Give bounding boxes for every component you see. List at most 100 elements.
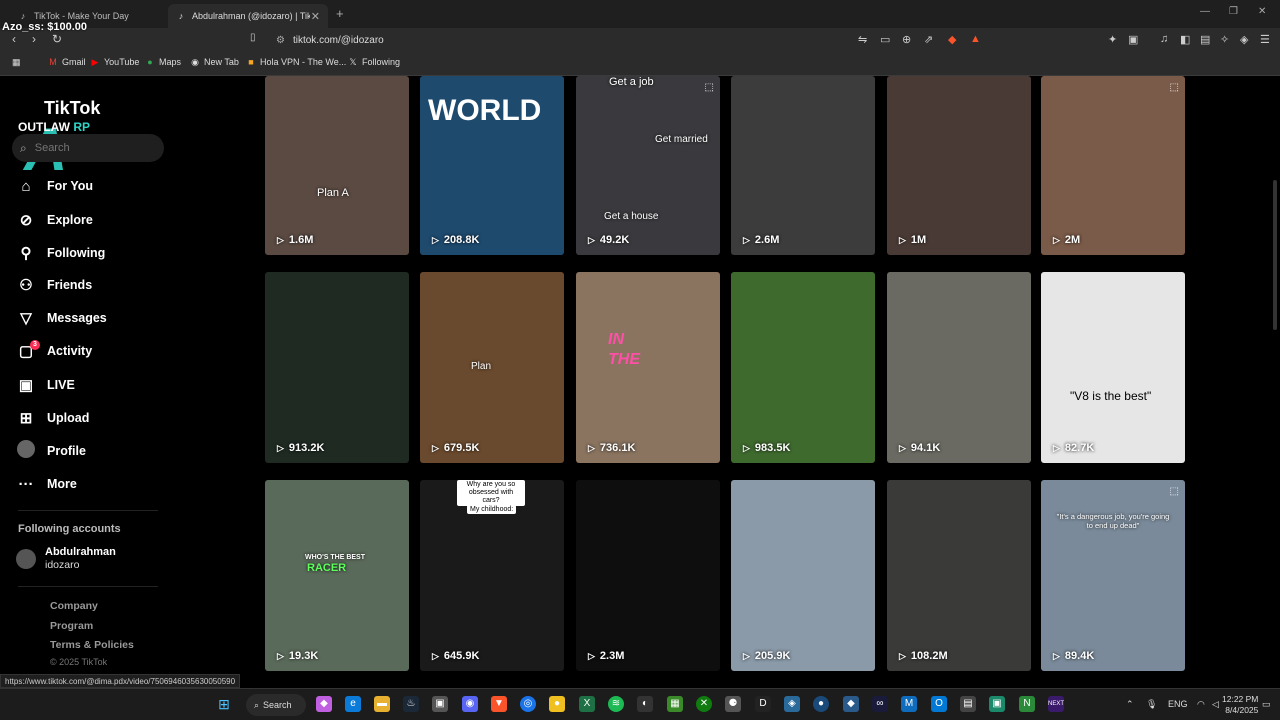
site-info-icon[interactable]: ⚙	[276, 35, 285, 46]
store-icon[interactable]: ▣	[432, 696, 448, 712]
video-tile[interactable]: ▷ 108.2M	[887, 480, 1031, 671]
footer-program[interactable]: Program	[50, 620, 93, 632]
menu-icon[interactable]: ☰	[1260, 33, 1270, 46]
windows-start-icon[interactable]: ⊞	[216, 696, 232, 712]
search-input[interactable]	[34, 142, 145, 154]
outlook-icon[interactable]: O	[931, 696, 947, 712]
tab-profile[interactable]: ♪ Abdulrahman (@idozaro) | TikTo ✕	[168, 4, 328, 28]
apps-icon[interactable]: ▦	[12, 57, 21, 68]
search-box[interactable]: ⌕	[12, 134, 164, 162]
xbox-icon[interactable]: ✕	[696, 696, 712, 712]
screenshot-icon[interactable]: ▣	[1128, 33, 1138, 46]
app-icon[interactable]: ●	[549, 696, 565, 712]
video-tile[interactable]: ⬚ Get a job Get married Get a house ▷ 49.…	[576, 76, 720, 255]
nav-for-you[interactable]: ⌂ For You	[16, 174, 93, 198]
new-tab-button[interactable]: +	[336, 6, 344, 21]
tiktok-logo[interactable]: TikTok	[44, 98, 100, 119]
share-icon[interactable]: ⇗	[924, 33, 933, 46]
brave-rewards-icon[interactable]: ▲	[970, 33, 981, 45]
chrome-icon[interactable]: ◎	[520, 696, 536, 712]
bookmark-x-following[interactable]: 𝕏 Following	[348, 57, 400, 67]
nav-upload[interactable]: ⊞ Upload	[16, 406, 90, 430]
video-tile[interactable]: WORLD ▷ 208.8K	[420, 76, 564, 255]
nav-activity[interactable]: ▢ 3 Activity	[16, 339, 92, 363]
notification-icon[interactable]: ▭	[1262, 699, 1271, 710]
app-icon[interactable]: NEXT	[1048, 696, 1064, 712]
video-tile[interactable]: IN THE ▷ 736.1K	[576, 272, 720, 463]
brave-icon[interactable]: ▼	[491, 696, 507, 712]
video-tile[interactable]: ▷ 2.3M	[576, 480, 720, 671]
following-account[interactable]: Abdulrahman idozaro	[16, 546, 116, 572]
video-tile[interactable]: ▷ 913.2K	[265, 272, 409, 463]
language-indicator[interactable]: ENG	[1168, 699, 1188, 709]
cast-icon[interactable]: ▭	[880, 33, 890, 46]
clock[interactable]: 12:22 PM 8/4/2025	[1222, 694, 1258, 716]
tray-chevron-icon[interactable]: ⌃	[1126, 699, 1134, 710]
nav-profile[interactable]: Profile	[16, 439, 86, 463]
steam-icon[interactable]: ♨	[403, 696, 419, 712]
footer-company[interactable]: Company	[50, 600, 98, 612]
minecraft-icon[interactable]: ▦	[667, 696, 683, 712]
video-tile[interactable]: ⬚ ▷ 2M	[1041, 76, 1185, 255]
taskbar-search[interactable]: ⌕ Search	[246, 694, 306, 716]
excel-icon[interactable]: X	[579, 696, 595, 712]
app-icon[interactable]: M	[901, 696, 917, 712]
footer-terms[interactable]: Terms & Policies	[50, 639, 134, 651]
nav-friends[interactable]: ⚇ Friends	[16, 273, 92, 297]
close-tab-icon[interactable]: ✕	[311, 10, 320, 23]
forward-icon[interactable]: ›	[32, 32, 36, 46]
page-scrollbar[interactable]	[1273, 180, 1277, 330]
video-tile[interactable]: "V8 is the best" ▷ 82.7K	[1041, 272, 1185, 463]
bookmark-gmail[interactable]: M Gmail	[48, 57, 85, 67]
close-window-icon[interactable]: ✕	[1258, 6, 1266, 17]
gamepad-icon[interactable]: ⚈	[725, 696, 741, 712]
nav-more[interactable]: ··· More	[16, 472, 77, 496]
video-tile[interactable]: ▷ 94.1K	[887, 272, 1031, 463]
nav-live[interactable]: ▣ LIVE	[16, 373, 75, 397]
copilot-icon[interactable]: ◆	[316, 696, 332, 712]
app-icon[interactable]: ▤	[960, 696, 976, 712]
video-tile[interactable]: WHO'S THE BEST RACER ▷ 19.3K	[265, 480, 409, 671]
app-icon[interactable]: ●	[813, 696, 829, 712]
wifi-icon[interactable]: ◠	[1197, 699, 1205, 710]
leo-icon[interactable]: ✧	[1220, 33, 1229, 46]
app-icon[interactable]: N	[1019, 696, 1035, 712]
obs-icon[interactable]: ◐	[637, 696, 653, 712]
sidebar-icon[interactable]: ◧	[1180, 33, 1190, 46]
bookmark-icon[interactable]: ▯	[250, 32, 256, 43]
bookmark-youtube[interactable]: ▶ YouTube	[90, 57, 140, 67]
video-tile[interactable]: ⬚ "It's a dangerous job, you're going to…	[1041, 480, 1185, 671]
translate-icon[interactable]: ⇋	[858, 33, 867, 46]
volume-icon[interactable]: ◁	[1212, 699, 1219, 710]
extensions-icon[interactable]: ✦	[1108, 33, 1117, 46]
vpn-icon[interactable]: ◈	[1240, 33, 1248, 46]
video-tile[interactable]: Why are you so obsessed with cars? My ch…	[420, 480, 564, 671]
app-icon[interactable]: ◈	[784, 696, 800, 712]
bookmark-new-tab[interactable]: ◉ New Tab	[190, 57, 239, 67]
video-tile[interactable]: ▷ 1M	[887, 76, 1031, 255]
nav-explore[interactable]: ⊘ Explore	[16, 208, 93, 232]
wallet-icon[interactable]: ▤	[1200, 33, 1210, 46]
zoom-icon[interactable]: ⊕	[902, 33, 911, 46]
video-tile[interactable]: Plan A ▷ 1.6M	[265, 76, 409, 255]
nav-following[interactable]: ⚲ Following	[16, 241, 106, 265]
bookmark-maps[interactable]: ● Maps	[145, 57, 181, 67]
back-icon[interactable]: ‹	[12, 32, 16, 46]
minimize-icon[interactable]: —	[1200, 6, 1210, 17]
video-tile[interactable]: ▷ 205.9K	[731, 480, 875, 671]
spotify-icon[interactable]: ≋	[608, 696, 624, 712]
reload-icon[interactable]: ↻	[52, 32, 62, 46]
app-icon[interactable]: ∞	[872, 696, 888, 712]
app-icon[interactable]: ◆	[843, 696, 859, 712]
video-tile[interactable]: ▷ 983.5K	[731, 272, 875, 463]
edge-icon[interactable]: e	[345, 696, 361, 712]
file-explorer-icon[interactable]: ▬	[374, 696, 390, 712]
restore-icon[interactable]: ❐	[1229, 6, 1238, 17]
media-icon[interactable]: ♫	[1160, 33, 1168, 45]
video-tile[interactable]: ▷ 2.6M	[731, 76, 875, 255]
dc-app-icon[interactable]: D	[755, 696, 771, 712]
nav-messages[interactable]: ▽ Messages	[16, 306, 107, 330]
video-tile[interactable]: Plan ▷ 679.5K	[420, 272, 564, 463]
bookmark-hola[interactable]: ■ Hola VPN - The We...	[246, 57, 346, 67]
microphone-icon[interactable]: 🎙	[1146, 699, 1157, 710]
